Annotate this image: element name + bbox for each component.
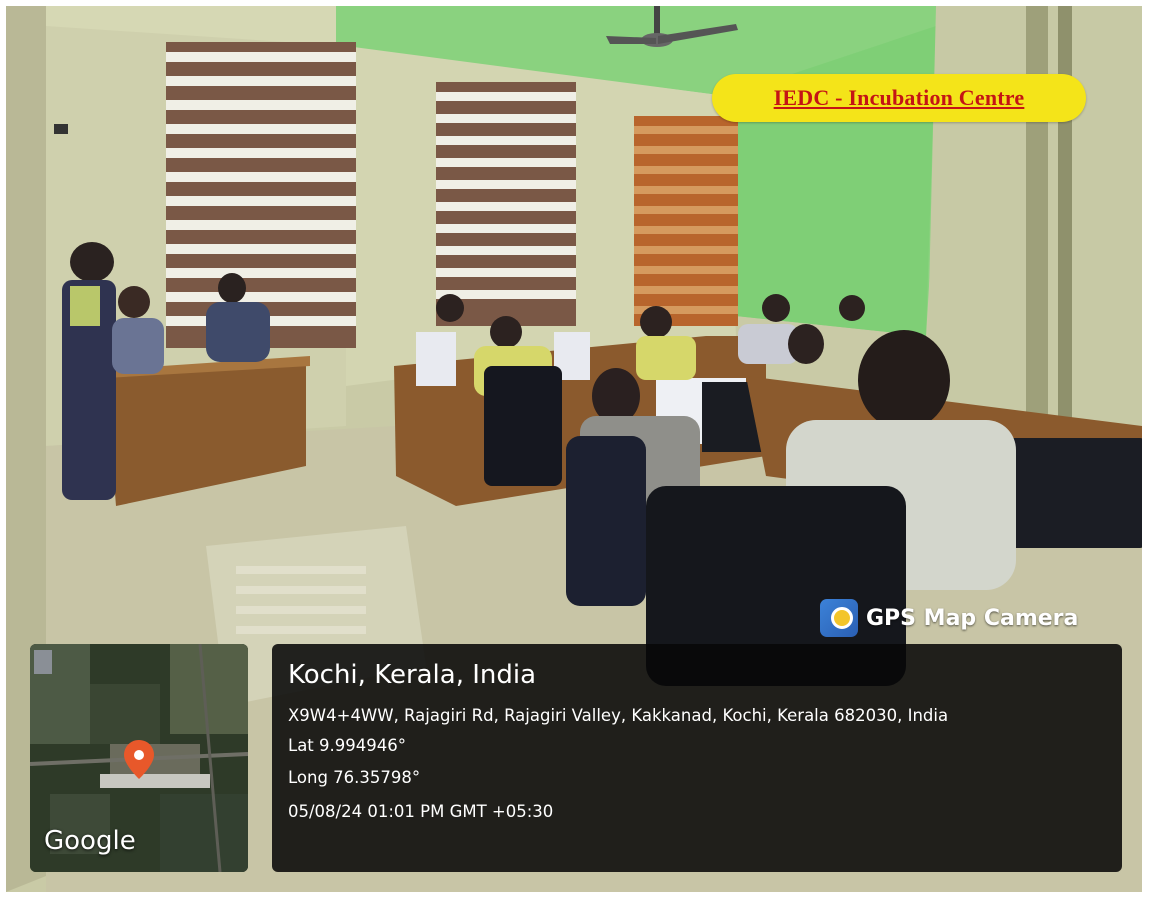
window-blind-right: [634, 116, 738, 326]
gps-app-name: GPS Map Camera: [866, 605, 1079, 631]
location-latitude: Lat 9.994946°: [288, 736, 406, 755]
map-pin-app-icon: [820, 599, 858, 637]
map-thumbnail: Google: [30, 644, 248, 872]
incubation-centre-banner: IEDC - Incubation Centre: [712, 74, 1086, 122]
google-logo: Google: [44, 826, 136, 856]
window-blind-middle: [436, 82, 576, 326]
location-address: X9W4+4WW, Rajagiri Rd, Rajagiri Valley, …: [288, 706, 949, 725]
photo-frame: IEDC - Incubation Centre GPS Map Camera …: [0, 0, 1149, 898]
location-datetime: 05/08/24 01:01 PM GMT +05:30: [288, 802, 554, 821]
location-longitude: Long 76.35798°: [288, 768, 421, 787]
gps-map-camera-watermark: GPS Map Camera: [820, 594, 1078, 642]
location-info-panel: Kochi, Kerala, India X9W4+4WW, Rajagiri …: [272, 644, 1122, 872]
location-city: Kochi, Kerala, India: [288, 660, 537, 690]
cctv-camera: [54, 124, 68, 134]
banner-text: IEDC - Incubation Centre: [773, 85, 1025, 110]
window-blind-left: [166, 42, 356, 348]
